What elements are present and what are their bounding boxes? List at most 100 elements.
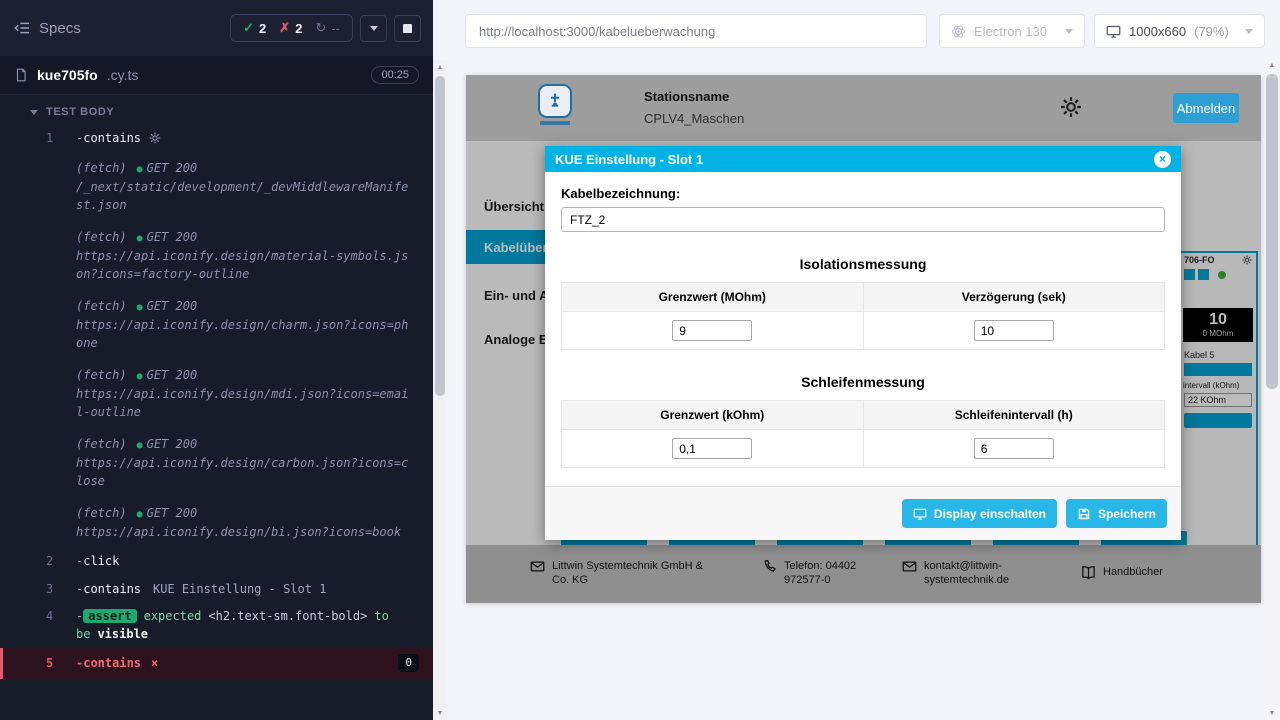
status-dot-icon: ● bbox=[137, 164, 143, 175]
command-row-contains-failed[interactable]: 5-contains× 0 bbox=[0, 648, 433, 679]
command-row-click[interactable]: 2-click bbox=[0, 548, 433, 575]
chevron-down-icon bbox=[1065, 29, 1073, 34]
grenzwert-kohm-input[interactable] bbox=[672, 438, 752, 459]
fetch-log[interactable]: (fetch)●GET 200 https://api.iconify.desi… bbox=[0, 290, 433, 359]
fetch-url: https://api.iconify.design/carbon.json?i… bbox=[76, 454, 415, 490]
modal-header: KUE Einstellung - Slot 1 × bbox=[545, 146, 1181, 172]
fetch-url: https://api.iconify.design/charm.json?ic… bbox=[76, 316, 415, 352]
monitor-icon bbox=[913, 507, 927, 521]
logo-mark-icon bbox=[544, 90, 566, 112]
scroll-down-icon[interactable]: ▼ bbox=[433, 706, 447, 720]
scrollbar-thumb[interactable] bbox=[1266, 74, 1278, 389]
scroll-down-icon[interactable]: ▼ bbox=[1264, 706, 1280, 720]
check-icon: ✓ bbox=[243, 20, 254, 36]
fetch-log[interactable]: (fetch)●GET 200 https://api.iconify.desi… bbox=[0, 221, 433, 290]
section-chevron-icon bbox=[30, 110, 38, 115]
col-grenzwert-kohm: Grenzwert (kOhm) bbox=[562, 401, 864, 430]
logout-button[interactable]: Abmelden bbox=[1173, 93, 1239, 123]
command-row-contains-2[interactable]: 3-containsKUE Einstellung - Slot 1 bbox=[0, 576, 433, 603]
aut-scrollbar[interactable]: ▲ ▼ bbox=[1264, 58, 1280, 720]
scrollbar-thumb[interactable] bbox=[435, 76, 445, 396]
reporter-scrollbar[interactable]: ▲ ▼ bbox=[433, 60, 447, 720]
stop-run-button[interactable] bbox=[394, 15, 421, 42]
scroll-up-icon[interactable]: ▲ bbox=[433, 60, 447, 74]
station-name: CPLV4_Maschen bbox=[644, 111, 744, 126]
assert-badge: assert bbox=[83, 609, 136, 623]
status-dot-icon: ● bbox=[137, 302, 143, 313]
footer-phone: Telefon: 04402 972577-0 bbox=[762, 559, 881, 588]
browser-label: Electron 130 bbox=[974, 24, 1047, 39]
command-name: contains bbox=[83, 131, 141, 145]
app-footer: Littwin Systemtechnik GmbH & Co. KG Tele… bbox=[466, 545, 1261, 603]
verzoegerung-input[interactable] bbox=[974, 320, 1054, 341]
url-input[interactable] bbox=[465, 14, 927, 48]
kue-settings-modal: KUE Einstellung - Slot 1 × Kabelbezeichn… bbox=[545, 146, 1181, 540]
fetch-log[interactable]: (fetch)●GET 200 https://api.iconify.desi… bbox=[0, 359, 433, 428]
fetch-log[interactable]: (fetch)●GET 200 /_next/static/developmen… bbox=[0, 152, 433, 221]
spec-name: kue705fo bbox=[37, 67, 98, 83]
app-under-test: Stationsname CPLV4_Maschen Abmelden Über… bbox=[466, 75, 1261, 603]
status-dot-icon: ● bbox=[137, 440, 143, 451]
spec-timer: 00:25 bbox=[371, 66, 419, 84]
fail-x-icon: × bbox=[151, 656, 158, 670]
modal-footer: Display einschalten Speichern bbox=[545, 486, 1181, 540]
save-button[interactable]: Speichern bbox=[1066, 499, 1167, 528]
specs-label: Specs bbox=[39, 20, 81, 37]
fetch-url: https://api.iconify.design/bi.json?icons… bbox=[76, 523, 415, 541]
specs-menu[interactable]: Specs bbox=[14, 20, 81, 37]
close-icon[interactable]: × bbox=[1154, 151, 1171, 168]
electron-icon bbox=[951, 24, 966, 39]
fetch-log[interactable]: (fetch)●GET 200 https://api.iconify.desi… bbox=[0, 497, 433, 548]
mail-icon bbox=[902, 559, 917, 574]
command-row-contains-1[interactable]: 1-contains bbox=[0, 125, 433, 152]
col-schleifenintervall: Schleifenintervall (h) bbox=[863, 401, 1165, 430]
gear-icon bbox=[149, 132, 161, 144]
modal-title: KUE Einstellung - Slot 1 bbox=[555, 152, 703, 167]
viewport-select[interactable]: 1000x660 (79%) bbox=[1094, 14, 1265, 48]
fetch-url: https://api.iconify.design/mdi.json?icon… bbox=[76, 385, 415, 421]
cable-name-input[interactable] bbox=[561, 207, 1165, 232]
schleifenintervall-input[interactable] bbox=[974, 438, 1054, 459]
schleifen-section-title: Schleifenmessung bbox=[561, 374, 1165, 390]
command-number: 1 bbox=[46, 130, 53, 147]
test-body-toggle[interactable]: TEST BODY bbox=[0, 95, 433, 125]
phone-icon bbox=[762, 559, 777, 574]
footer-company: Littwin Systemtechnik GmbH & Co. KG bbox=[530, 559, 714, 588]
command-row-assert[interactable]: 4-assertexpected<h2.text-sm.font-bold>to… bbox=[0, 603, 433, 648]
mail-icon bbox=[530, 559, 545, 574]
cypress-reporter-panel: Specs ✓2 ✗2 ↻-- kue705fo .cy.ts 00:25 TE… bbox=[0, 0, 433, 720]
footer-manuals-link[interactable]: Handbücher bbox=[1081, 565, 1163, 580]
scroll-up-icon[interactable]: ▲ bbox=[1264, 58, 1280, 72]
collapse-dropdown-button[interactable] bbox=[360, 15, 387, 42]
address-bar bbox=[465, 14, 927, 48]
logo-wordmark bbox=[540, 121, 570, 125]
browser-select[interactable]: Electron 130 bbox=[939, 14, 1085, 48]
display-on-button[interactable]: Display einschalten bbox=[902, 499, 1057, 528]
fetch-url: /_next/static/development/_devMiddleware… bbox=[76, 178, 415, 214]
command-argument: KUE Einstellung - Slot 1 bbox=[153, 582, 326, 596]
app-header: Stationsname CPLV4_Maschen Abmelden bbox=[466, 75, 1261, 141]
stop-icon bbox=[403, 24, 412, 33]
cable-name-label: Kabelbezeichnung: bbox=[561, 186, 1165, 201]
settings-gear-icon[interactable] bbox=[1060, 96, 1082, 118]
viewport-zoom: (79%) bbox=[1194, 24, 1229, 39]
spec-header[interactable]: kue705fo .cy.ts 00:25 bbox=[0, 56, 433, 95]
station-label: Stationsname bbox=[644, 89, 729, 104]
book-icon bbox=[1081, 565, 1096, 580]
chevron-down-icon bbox=[1245, 29, 1253, 34]
col-verzoegerung: Verzögerung (sek) bbox=[863, 283, 1165, 312]
viewport-size: 1000x660 bbox=[1129, 24, 1186, 39]
spec-extension: .cy.ts bbox=[107, 67, 139, 83]
specs-list-icon bbox=[14, 20, 30, 36]
reporter-header: Specs ✓2 ✗2 ↻-- bbox=[0, 0, 433, 56]
littwin-logo bbox=[538, 84, 572, 118]
cross-icon: ✗ bbox=[279, 20, 290, 36]
stat-pending: ↻-- bbox=[315, 20, 340, 36]
floppy-save-icon bbox=[1077, 507, 1091, 521]
status-dot-icon: ● bbox=[137, 509, 143, 520]
grenzwert-mohm-input[interactable] bbox=[672, 320, 752, 341]
status-dot-icon: ● bbox=[137, 371, 143, 382]
fetch-log[interactable]: (fetch)●GET 200 https://api.iconify.desi… bbox=[0, 428, 433, 497]
schleifen-table: Grenzwert (kOhm) Schleifenintervall (h) bbox=[561, 400, 1165, 468]
spec-file-icon bbox=[14, 68, 28, 82]
